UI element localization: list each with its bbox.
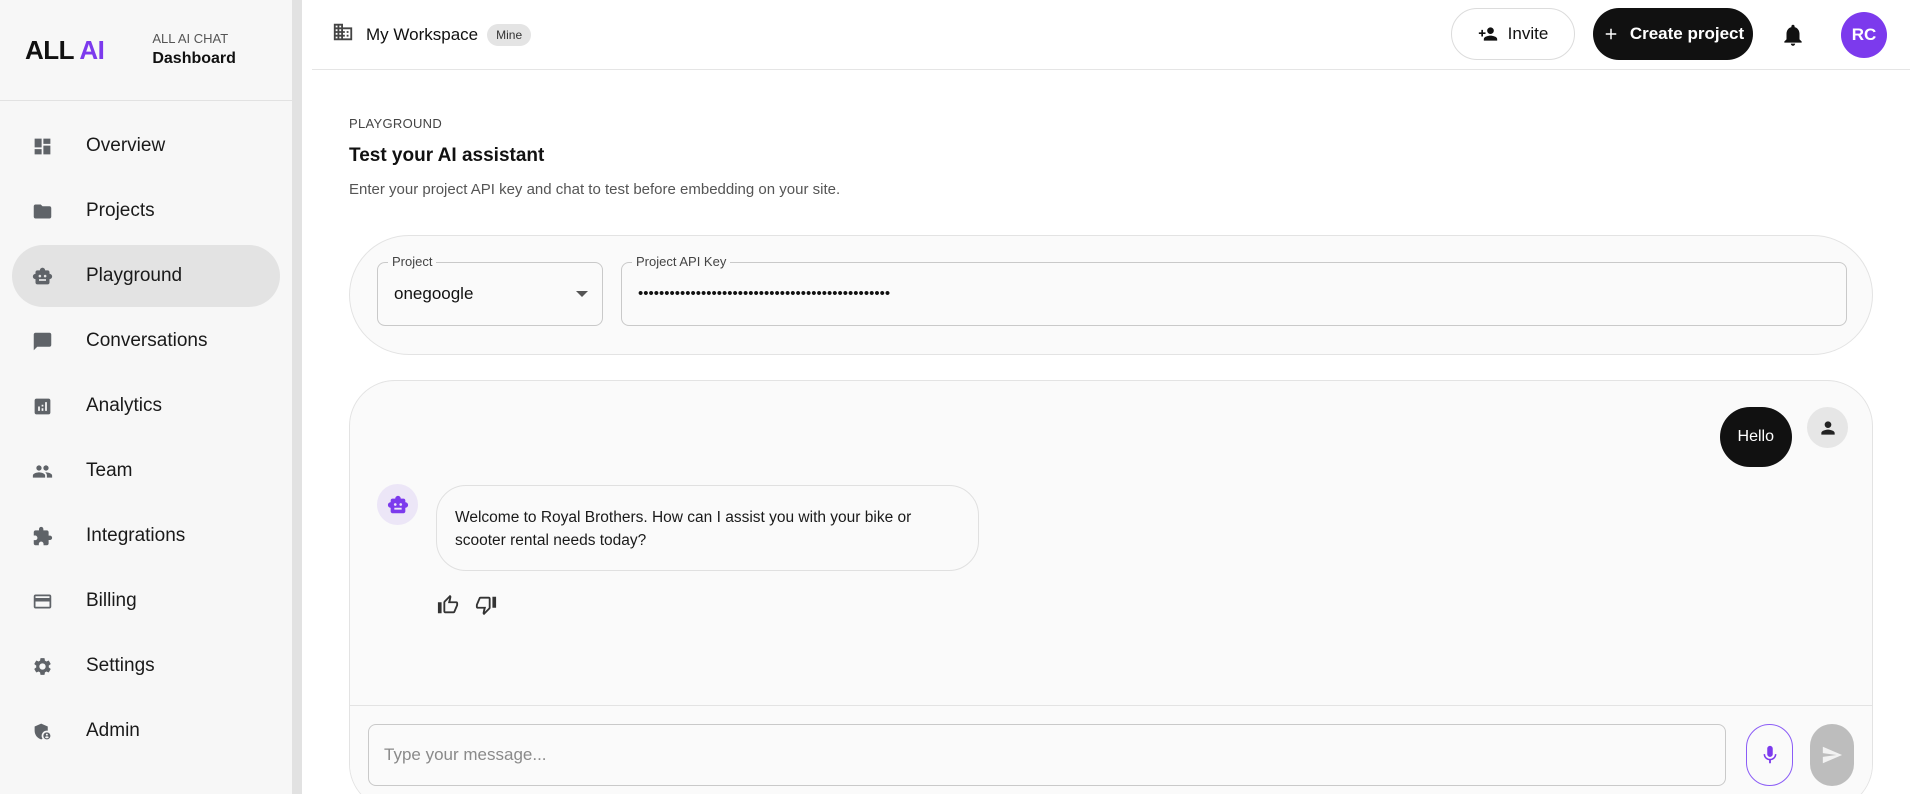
assistant-message-bubble: Welcome to Royal Brothers. How can I ass… <box>436 485 979 571</box>
sidebar-nav: Overview Projects Playground Conversatio… <box>0 101 292 762</box>
logo-accent: AI <box>79 34 105 65</box>
sidebar: ALL AI ALL AI CHAT Dashboard Overview Pr… <box>0 0 302 794</box>
sidebar-item-integrations[interactable]: Integrations <box>12 505 280 567</box>
user-message-row: Hello <box>1719 407 1848 467</box>
sidebar-item-billing[interactable]: Billing <box>12 570 280 632</box>
thumbs-down-icon[interactable] <box>475 594 497 621</box>
people-icon <box>30 459 54 483</box>
user-avatar-icon <box>1807 407 1848 448</box>
sidebar-item-settings[interactable]: Settings <box>12 635 280 697</box>
puzzle-icon <box>30 524 54 548</box>
brand-title: Dashboard <box>152 49 236 67</box>
sidebar-item-label: Integrations <box>86 525 186 546</box>
config-card: Project onegoogle Project API Key ••••••… <box>349 235 1873 355</box>
api-key-value: ••••••••••••••••••••••••••••••••••••••••… <box>638 285 891 302</box>
message-feedback <box>437 594 497 621</box>
sidebar-item-label: Playground <box>86 265 183 286</box>
sidebar-item-label: Overview <box>86 135 166 156</box>
message-input[interactable] <box>368 724 1726 786</box>
invite-label: Invite <box>1507 24 1549 43</box>
sidebar-item-label: Conversations <box>86 330 208 351</box>
building-icon <box>332 21 354 48</box>
sidebar-item-playground[interactable]: Playground <box>12 245 280 307</box>
main-content: PLAYGROUND Test your AI assistant Enter … <box>349 71 1873 794</box>
plus-icon <box>1605 28 1617 40</box>
page-eyebrow: PLAYGROUND <box>349 116 443 131</box>
user-message-bubble: Hello <box>1719 407 1792 467</box>
logo[interactable]: ALL AI <box>25 34 105 66</box>
logo-text: ALL <box>25 34 74 65</box>
gear-icon <box>30 654 54 678</box>
sidebar-item-label: Billing <box>86 590 137 611</box>
top-header: My Workspace Mine Invite Create project … <box>312 0 1910 70</box>
page-description: Enter your project API key and chat to t… <box>349 181 841 198</box>
microphone-icon <box>1763 745 1776 764</box>
folder-icon <box>30 199 54 223</box>
project-select-value: onegoogle <box>394 284 474 303</box>
sidebar-item-projects[interactable]: Projects <box>12 180 280 242</box>
brand-text: ALL AI CHAT Dashboard <box>152 30 236 69</box>
sidebar-item-label: Team <box>86 460 133 481</box>
admin-shield-icon <box>30 719 54 743</box>
project-select[interactable]: Project onegoogle <box>377 254 603 326</box>
project-select-label: Project <box>388 254 437 269</box>
sidebar-item-conversations[interactable]: Conversations <box>12 310 280 372</box>
page-title: Test your AI assistant <box>349 145 545 166</box>
person-add-icon <box>1478 27 1497 41</box>
microphone-button[interactable] <box>1746 724 1793 786</box>
bot-avatar-icon <box>377 484 418 525</box>
api-key-field[interactable]: Project API Key ••••••••••••••••••••••••… <box>621 254 1847 326</box>
sidebar-item-label: Analytics <box>86 395 163 416</box>
brand: ALL AI ALL AI CHAT Dashboard <box>0 0 292 101</box>
invite-button[interactable]: Invite <box>1451 8 1575 60</box>
send-icon <box>1822 746 1843 764</box>
create-project-button[interactable]: Create project <box>1593 8 1753 60</box>
thumbs-up-icon[interactable] <box>437 594 459 621</box>
sidebar-item-admin[interactable]: Admin <box>12 700 280 762</box>
user-avatar[interactable]: RC <box>1841 12 1887 58</box>
api-key-label: Project API Key <box>632 254 731 269</box>
notifications-bell-icon[interactable] <box>1780 22 1806 48</box>
dropdown-caret-icon <box>576 291 588 297</box>
credit-card-icon <box>30 589 54 613</box>
send-button[interactable] <box>1810 724 1854 786</box>
sidebar-item-overview[interactable]: Overview <box>12 115 280 177</box>
create-project-label: Create project <box>1629 24 1745 43</box>
dashboard-icon <box>30 134 54 158</box>
analytics-icon <box>30 394 54 418</box>
sidebar-item-label: Settings <box>86 655 155 676</box>
chat-icon <box>30 329 54 353</box>
sidebar-item-label: Projects <box>86 200 155 221</box>
sidebar-item-label: Admin <box>86 720 140 741</box>
robot-icon <box>30 264 54 288</box>
sidebar-item-team[interactable]: Team <box>12 440 280 502</box>
chat-panel: Hello Welcome to Royal Brothers. How can… <box>349 380 1873 794</box>
brand-subtitle: ALL AI CHAT <box>152 31 229 47</box>
message-composer <box>350 705 1872 794</box>
workspace-badge: Mine <box>487 23 532 46</box>
workspace-name[interactable]: My Workspace <box>366 25 478 45</box>
sidebar-item-analytics[interactable]: Analytics <box>12 375 280 437</box>
